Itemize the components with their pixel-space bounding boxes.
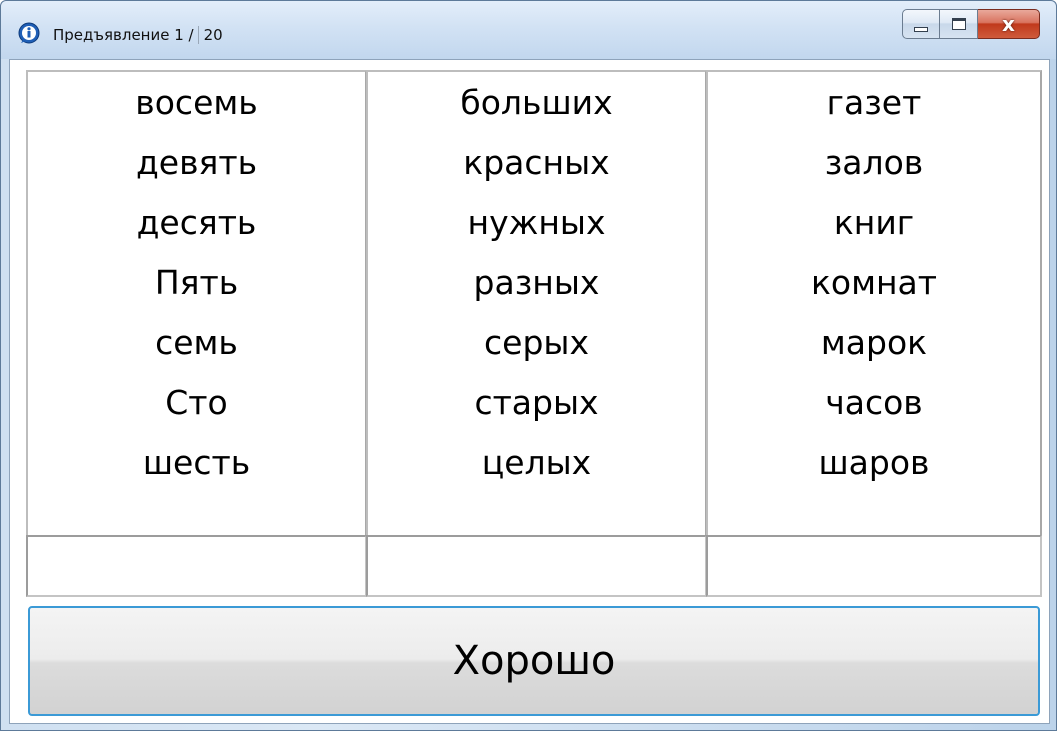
word-column-nouns: газет залов книг комнат марок часов шаро… [706,70,1042,592]
word-item[interactable]: девять [28,143,365,183]
info-bubble-icon [18,22,40,44]
ok-button[interactable]: Хорошо [28,606,1040,716]
minimize-button[interactable] [902,9,940,39]
word-item[interactable]: часов [708,383,1040,423]
word-item[interactable]: красных [368,143,705,183]
word-item[interactable]: больших [368,83,705,123]
client-area: восемь девять десять Пять семь Сто шесть… [9,59,1050,724]
window-title-prefix: Предъявление 1 / [53,26,194,44]
word-item[interactable]: газет [708,83,1040,123]
app-window: Предъявление 1 / 20 x восемь девять десят… [0,0,1057,731]
word-item[interactable]: Сто [28,383,365,423]
close-button[interactable]: x [978,9,1040,39]
maximize-button[interactable] [940,9,978,39]
word-item[interactable]: книг [708,203,1040,243]
answer-field-numeral[interactable] [26,535,367,597]
window-title: Предъявление 1 / 20 [53,23,223,47]
word-item[interactable]: десять [28,203,365,243]
word-column-numerals: восемь девять десять Пять семь Сто шесть [26,70,367,592]
answer-field-adjective[interactable] [366,535,707,597]
word-item[interactable]: марок [708,323,1040,363]
word-item[interactable]: Пять [28,263,365,303]
word-item[interactable]: нужных [368,203,705,243]
word-item[interactable]: шаров [708,443,1040,483]
word-item[interactable]: серых [368,323,705,363]
word-item[interactable]: старых [368,383,705,423]
word-item[interactable]: залов [708,143,1040,183]
word-item[interactable]: шесть [28,443,365,483]
title-bar[interactable]: Предъявление 1 / 20 x [1,1,1056,59]
word-item[interactable]: разных [368,263,705,303]
title-separator [197,26,199,44]
word-column-adjectives: больших красных нужных разных серых стар… [366,70,707,592]
word-item[interactable]: семь [28,323,365,363]
close-icon: x [1002,12,1015,36]
window-title-total: 20 [203,26,223,44]
word-item[interactable]: восемь [28,83,365,123]
word-item[interactable]: комнат [708,263,1040,303]
word-item[interactable]: целых [368,443,705,483]
caption-buttons: x [902,9,1040,39]
answer-field-noun[interactable] [706,535,1042,597]
maximize-icon [951,18,966,30]
minimize-icon [914,26,928,32]
